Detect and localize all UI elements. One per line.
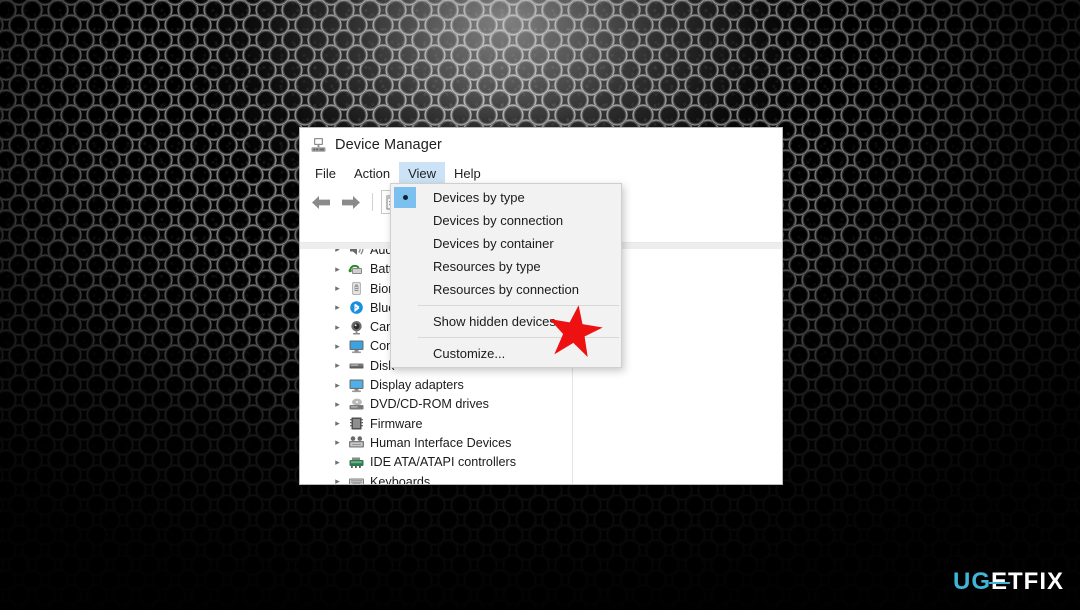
chevron-right-icon[interactable]: ▸ (332, 284, 343, 293)
monitor-icon (348, 339, 365, 354)
forward-arrow-icon[interactable] (338, 190, 364, 214)
hid-icon (348, 435, 365, 450)
ide-controller-icon (348, 455, 365, 470)
disk-drive-icon (348, 358, 365, 373)
chevron-right-icon[interactable]: ▸ (332, 399, 343, 409)
menu-option-label: Show hidden devices (433, 314, 556, 329)
battery-icon (348, 262, 365, 277)
bluetooth-icon (348, 300, 365, 315)
device-manager-icon (310, 137, 327, 153)
window-titlebar: Device Manager (300, 128, 782, 162)
chevron-right-icon[interactable]: ▸ (332, 303, 343, 312)
menu-separator (418, 305, 619, 306)
chevron-right-icon[interactable]: ▸ (332, 361, 343, 370)
tree-item-label: Display adapters (370, 378, 464, 393)
menu-option-devices-by-type[interactable]: Devices by type (391, 186, 621, 209)
view-dropdown-menu[interactable]: Devices by type Devices by connection De… (390, 183, 622, 368)
menu-help[interactable]: Help (445, 162, 490, 185)
tree-item-label: Firmware (370, 416, 423, 431)
menu-view[interactable]: View (399, 162, 446, 185)
tree-item-label: IDE ATA/ATAPI controllers (370, 455, 517, 470)
keyboard-icon (348, 474, 365, 484)
camera-icon (348, 320, 365, 335)
menu-separator (418, 337, 619, 338)
chevron-right-icon[interactable]: ▸ (332, 380, 343, 390)
menubar: File Action View Help (300, 162, 782, 185)
dvd-drive-icon (348, 397, 365, 412)
back-arrow-icon[interactable] (308, 190, 334, 214)
biometric-icon (348, 281, 365, 296)
menu-option-label: Devices by connection (433, 213, 564, 228)
menu-option-label: Customize... (433, 346, 506, 361)
ugetfix-watermark: UG E TFIX (953, 568, 1064, 596)
tree-item-keyboards[interactable]: ▸ Keyboards (308, 472, 572, 484)
tree-item-label: Keyboards (370, 474, 431, 485)
menu-file[interactable]: File (306, 162, 345, 185)
window-title: Device Manager (335, 137, 442, 153)
menu-option-label: Devices by type (433, 190, 525, 205)
menu-option-resources-by-connection[interactable]: Resources by connection (391, 278, 621, 301)
menu-option-devices-by-connection[interactable]: Devices by connection (391, 209, 621, 232)
device-manager-window: Device Manager File Action View Help ▸ A… (300, 128, 782, 484)
tree-item-firmware[interactable]: ▸ Firmware (308, 414, 572, 433)
watermark-part2: E (990, 568, 1008, 595)
chevron-right-icon[interactable]: ▸ (332, 477, 343, 485)
tree-item-label: Human Interface Devices (370, 435, 512, 450)
chevron-right-icon[interactable]: ▸ (332, 264, 343, 274)
menu-action[interactable]: Action (345, 162, 399, 185)
chevron-right-icon[interactable]: ▸ (332, 419, 343, 428)
watermark-part3: TFIX (1008, 568, 1064, 595)
chevron-right-icon[interactable]: ▸ (332, 341, 343, 351)
display-adapter-icon (348, 378, 365, 393)
chevron-right-icon[interactable]: ▸ (332, 438, 343, 447)
chevron-right-icon[interactable]: ▸ (332, 322, 343, 332)
menu-option-resources-by-type[interactable]: Resources by type (391, 255, 621, 278)
tree-item-hid[interactable]: ▸ Human Interface Devices (308, 433, 572, 452)
menu-option-label: Devices by container (433, 236, 554, 251)
tree-item-display-adapters[interactable]: ▸ Display adapters (308, 375, 572, 394)
watermark-part1: UG (952, 568, 991, 595)
toolbar-separator (372, 193, 373, 211)
menu-option-label: Resources by type (433, 259, 541, 274)
tree-item-dvd-drives[interactable]: ▸ DVD/CD-ROM drives (308, 395, 572, 414)
firmware-icon (348, 416, 365, 431)
menu-option-label: Resources by connection (433, 282, 579, 297)
tree-item-label: DVD/CD-ROM drives (370, 397, 489, 412)
tree-item-ide-controllers[interactable]: ▸ IDE ATA/ATAPI controllers (308, 453, 572, 472)
radio-selected-icon (394, 187, 416, 208)
menu-option-devices-by-container[interactable]: Devices by container (391, 232, 621, 255)
chevron-right-icon[interactable]: ▸ (332, 457, 343, 467)
